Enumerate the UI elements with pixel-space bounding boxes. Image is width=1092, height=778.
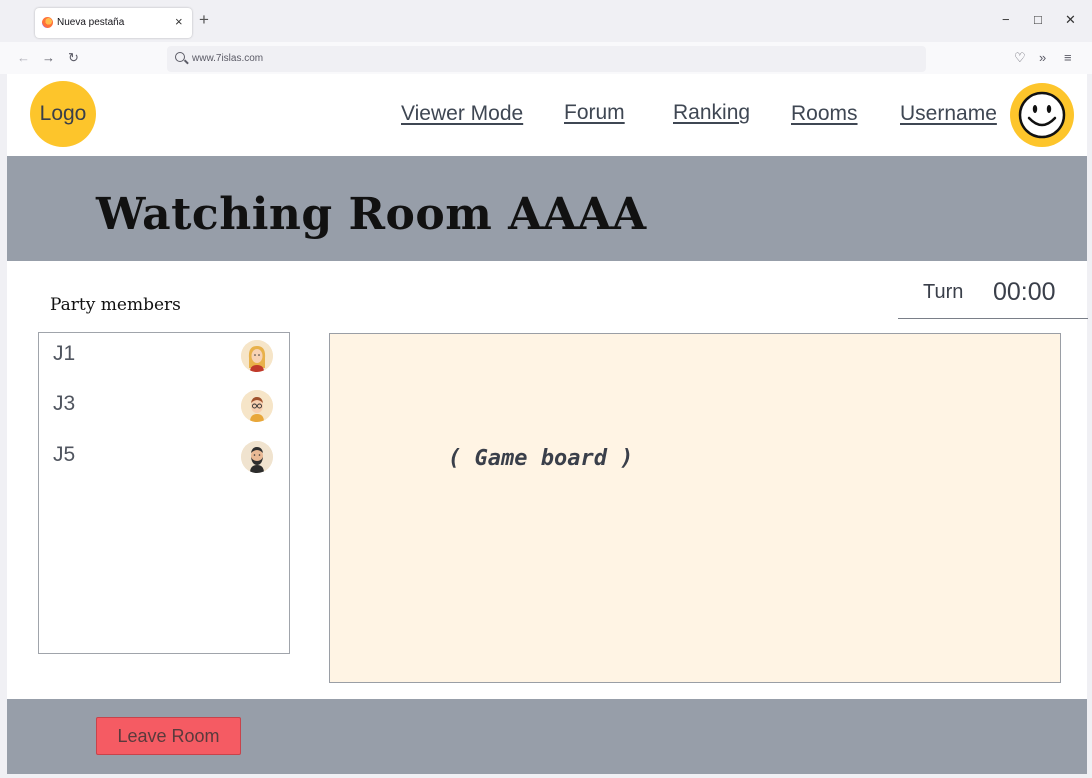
turn-timer: 00:00 — [993, 278, 1056, 306]
url-bar[interactable]: www.7islas.com — [167, 46, 926, 72]
list-item[interactable]: J3 — [39, 388, 289, 428]
nav-ranking[interactable]: Ranking — [673, 101, 750, 125]
game-board-label: ( Game board ) — [448, 446, 634, 471]
reload-icon[interactable]: ↻ — [68, 51, 79, 65]
browser-tab-bar: Nueva pestaña × + − □ ✕ — [0, 0, 1092, 42]
back-icon[interactable]: ← — [17, 51, 30, 65]
list-item[interactable]: J1 — [39, 338, 289, 378]
menu-icon[interactable]: ≡ — [1064, 51, 1072, 65]
member-name: J1 — [53, 342, 76, 365]
nav-username[interactable]: Username — [900, 102, 997, 126]
divider — [898, 318, 1088, 319]
minimize-icon[interactable]: − — [1002, 13, 1010, 27]
list-item[interactable]: J5 — [39, 439, 289, 479]
party-members-label: Party members — [50, 295, 181, 315]
page-footer: Leave Room — [7, 699, 1087, 774]
browser-nav-bar: ← → ↻ www.7islas.com ♡ » ≡ — [0, 42, 1092, 74]
firefox-icon — [42, 17, 53, 28]
man-glasses-avatar-icon — [241, 390, 273, 422]
pocket-icon[interactable]: ♡ — [1014, 51, 1026, 65]
leave-room-button[interactable]: Leave Room — [96, 717, 241, 755]
new-tab-icon[interactable]: + — [199, 11, 209, 28]
nav-forum[interactable]: Forum — [564, 101, 625, 125]
nav-rooms[interactable]: Rooms — [791, 102, 858, 126]
url-text[interactable]: www.7islas.com — [192, 53, 263, 64]
window-close-icon[interactable]: ✕ — [1065, 13, 1076, 27]
overflow-chevron-icon[interactable]: » — [1039, 51, 1046, 65]
nav-viewer-mode[interactable]: Viewer Mode — [401, 102, 523, 126]
member-name: J3 — [53, 392, 76, 415]
woman-blonde-avatar-icon — [241, 340, 273, 372]
maximize-icon[interactable]: □ — [1034, 13, 1042, 27]
member-name: J5 — [53, 443, 76, 466]
party-members-list: J1 J3 J5 — [38, 332, 290, 654]
tab-title: Nueva pestaña — [57, 17, 125, 28]
game-board[interactable]: ( Game board ) — [329, 333, 1061, 683]
smiley-face-icon — [1018, 91, 1066, 139]
logo-text: Logo — [39, 102, 87, 125]
search-icon — [175, 52, 185, 62]
user-avatar[interactable] — [1010, 83, 1074, 147]
close-tab-icon[interactable]: × — [175, 14, 183, 29]
site-header: Logo Viewer Mode Forum Ranking Rooms Use… — [7, 74, 1087, 156]
page-title: Watching Room AAAA — [96, 189, 647, 240]
forward-icon[interactable]: → — [42, 51, 55, 65]
turn-label: Turn — [923, 281, 964, 303]
logo[interactable]: Logo — [30, 81, 96, 147]
browser-tab[interactable]: Nueva pestaña × — [35, 8, 192, 38]
page: Logo Viewer Mode Forum Ranking Rooms Use… — [7, 74, 1088, 774]
room-banner: Watching Room AAAA — [7, 156, 1087, 261]
man-beard-avatar-icon — [241, 441, 273, 473]
